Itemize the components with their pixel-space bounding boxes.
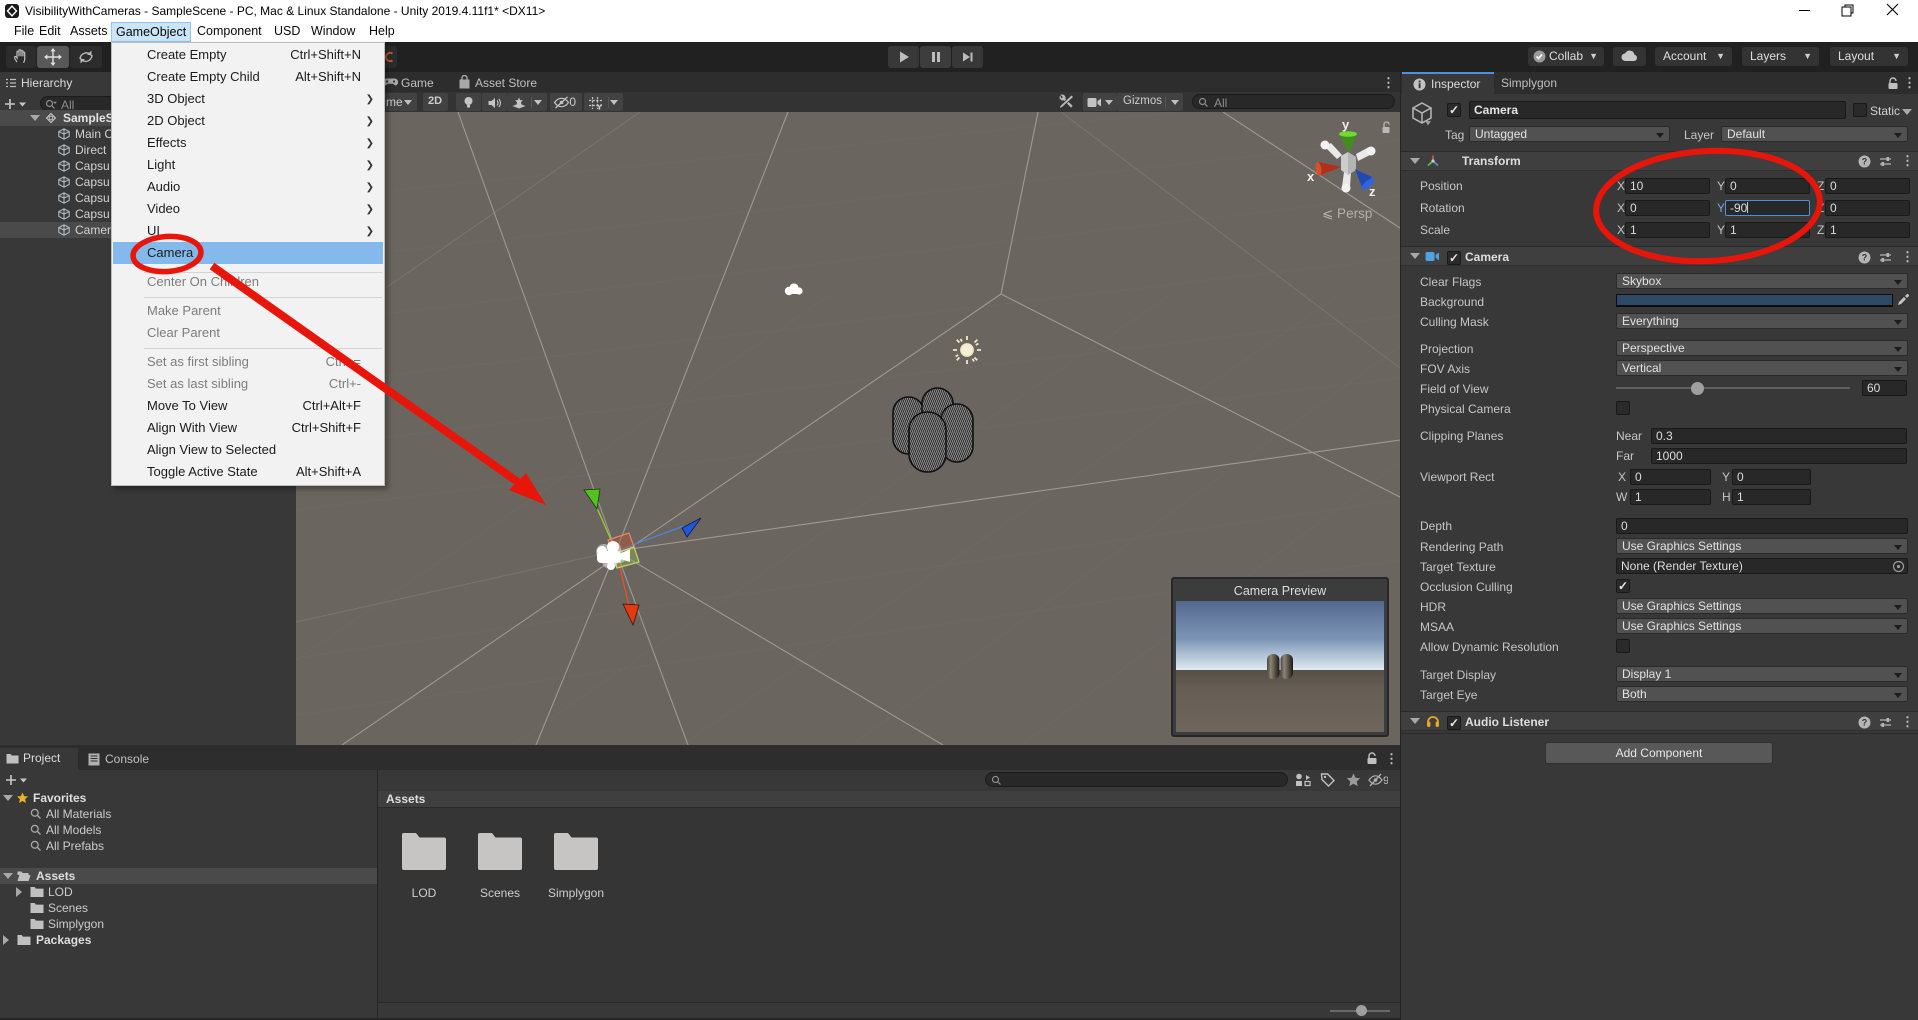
svg-text:Camera Preview: Camera Preview [1234, 584, 1327, 598]
svg-text:x: x [1307, 169, 1315, 184]
svg-text:⩽ Persp: ⩽ Persp [1322, 206, 1372, 221]
svg-text:?: ? [1862, 718, 1868, 728]
svg-text:z: z [1369, 184, 1376, 199]
svg-text:?: ? [1862, 253, 1868, 263]
svg-text:y: y [1342, 117, 1350, 132]
svg-text:?: ? [1862, 157, 1868, 167]
svg-text:9: 9 [1383, 775, 1388, 787]
